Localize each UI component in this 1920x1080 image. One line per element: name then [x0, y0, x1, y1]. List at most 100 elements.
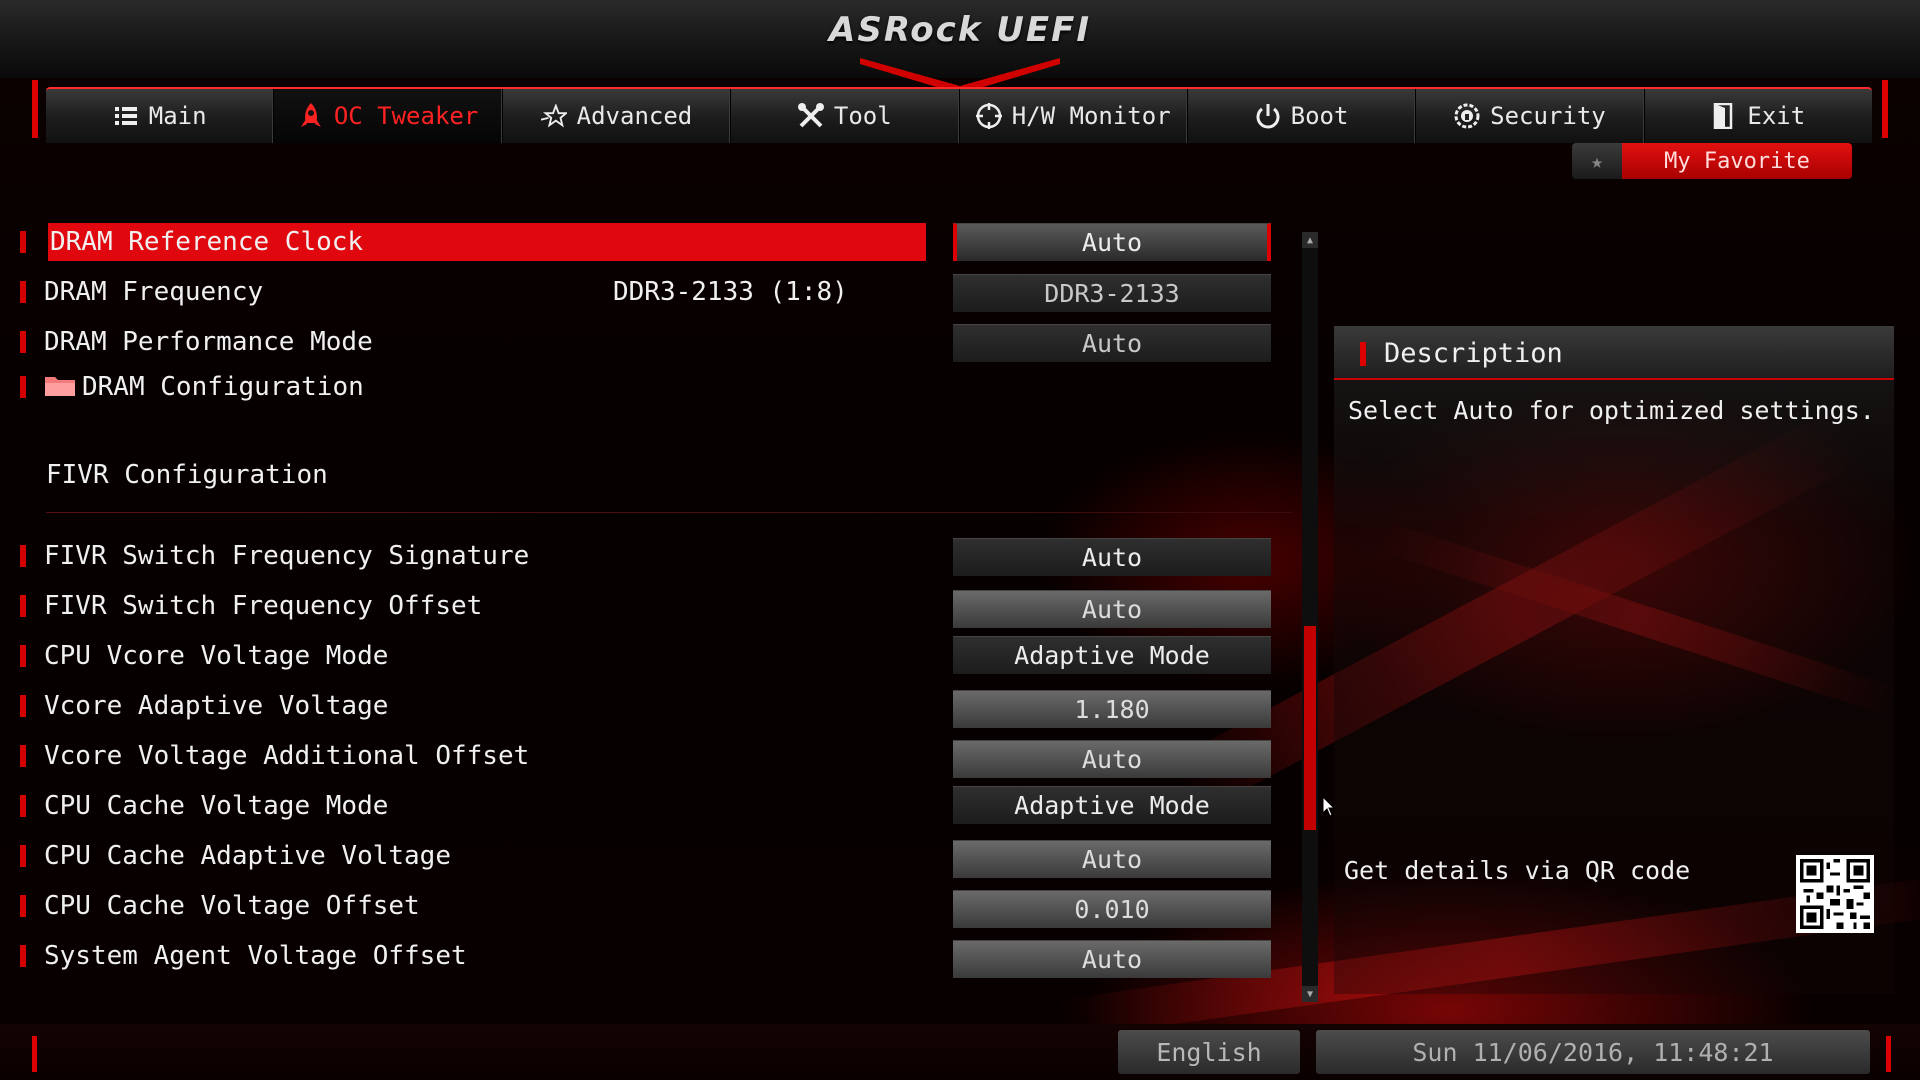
tab-label: H/W Monitor: [1011, 102, 1171, 130]
title-bar: ASRock UEFI: [0, 0, 1920, 94]
tab-exit[interactable]: Exit: [1645, 89, 1872, 143]
setting-row-vcore-voltage-additional-offset[interactable]: Vcore Voltage Additional Offset: [20, 736, 1030, 776]
star-icon: [540, 103, 567, 129]
footer-accent-right: [1886, 1036, 1891, 1072]
row-marker: [20, 376, 26, 398]
vcore-voltage-additional-offset-value[interactable]: Auto: [953, 740, 1271, 778]
row-marker: [20, 645, 26, 667]
setting-label: CPU Cache Voltage Offset: [44, 891, 420, 921]
crosshair-icon: [975, 103, 1002, 129]
my-favorite-button[interactable]: My Favorite: [1622, 143, 1852, 179]
row-marker: [20, 545, 26, 567]
setting-label: CPU Vcore Voltage Mode: [44, 641, 389, 671]
scroll-up-arrow-icon[interactable]: ▲: [1302, 232, 1318, 248]
setting-label: DRAM Configuration: [82, 372, 364, 402]
description-header: Description: [1334, 326, 1894, 380]
footer-accent-left: [32, 1036, 37, 1072]
setting-row-cpu-vcore-voltage-mode[interactable]: CPU Vcore Voltage Mode: [20, 636, 1030, 676]
cpu-vcore-voltage-mode-value[interactable]: Adaptive Mode: [953, 636, 1271, 674]
tab-label: Advanced: [576, 102, 693, 130]
tab-main[interactable]: Main: [46, 89, 275, 143]
setting-row-dram-frequency[interactable]: DRAM Frequency DDR3-2133 (1:8): [20, 272, 1030, 312]
setting-row-dram-reference-clock[interactable]: DRAM Reference Clock: [20, 222, 1030, 262]
tab-label: Exit: [1747, 102, 1806, 130]
settings-scrollbar[interactable]: [1302, 232, 1318, 1002]
setting-row-dram-performance-mode[interactable]: DRAM Performance Mode: [20, 322, 1030, 362]
tab-hw-monitor[interactable]: H/W Monitor: [960, 89, 1188, 143]
setting-label: CPU Cache Voltage Mode: [44, 791, 389, 821]
tab-boot[interactable]: Boot: [1188, 89, 1417, 143]
row-marker: [20, 845, 26, 867]
setting-label: CPU Cache Adaptive Voltage: [44, 841, 451, 871]
setting-row-cpu-cache-adaptive-voltage[interactable]: CPU Cache Adaptive Voltage: [20, 836, 1030, 876]
main-tab-bar: Main OC Tweaker Advanced Tool H/W Monito…: [46, 87, 1872, 143]
cpu-cache-adaptive-voltage-value[interactable]: Auto: [953, 840, 1271, 878]
system-agent-voltage-offset-value[interactable]: Auto: [953, 940, 1271, 978]
dram-reference-clock-value[interactable]: Auto: [953, 223, 1271, 261]
row-marker: [20, 281, 26, 303]
favorite-star-icon[interactable]: ★: [1572, 143, 1622, 179]
setting-label: FIVR Switch Frequency Offset: [44, 591, 483, 621]
qr-code-image: [1796, 855, 1874, 933]
section-divider: [46, 512, 1292, 513]
setting-label: System Agent Voltage Offset: [44, 941, 467, 971]
power-icon: [1255, 103, 1281, 129]
scroll-down-arrow-icon[interactable]: ▼: [1302, 986, 1318, 1002]
tools-icon: [797, 103, 824, 129]
section-title-fivr: FIVR Configuration: [46, 460, 328, 490]
asrock-uefi-logo: ASRock UEFI: [829, 10, 1091, 50]
setting-label: DRAM Frequency: [44, 277, 264, 307]
dram-frequency-info: DDR3-2133 (1:8): [613, 277, 848, 307]
tab-oc-tweaker[interactable]: OC Tweaker: [274, 89, 503, 143]
setting-label: Vcore Voltage Additional Offset: [44, 741, 530, 771]
row-marker: [20, 795, 26, 817]
row-marker: [20, 745, 26, 767]
setting-row-vcore-adaptive-voltage[interactable]: Vcore Adaptive Voltage: [20, 686, 1030, 726]
setting-row-fivr-switch-frequency-offset[interactable]: FIVR Switch Frequency Offset: [20, 586, 1030, 626]
row-marker: [20, 331, 26, 353]
setting-row-cpu-cache-voltage-offset[interactable]: CPU Cache Voltage Offset: [20, 886, 1030, 926]
frame-accent-right: [1882, 80, 1888, 138]
setting-label: DRAM Performance Mode: [44, 327, 373, 357]
rocket-icon: [298, 103, 324, 129]
tab-tool[interactable]: Tool: [731, 89, 960, 143]
tab-security[interactable]: Security: [1416, 89, 1645, 143]
tab-label: Security: [1490, 102, 1606, 130]
setting-row-fivr-switch-frequency-signature[interactable]: FIVR Switch Frequency Signature: [20, 536, 1030, 576]
row-marker: [20, 595, 26, 617]
scrollbar-thumb[interactable]: [1304, 626, 1316, 830]
fivr-switch-frequency-signature-value[interactable]: Auto: [953, 538, 1271, 576]
row-marker: [20, 231, 26, 253]
cpu-cache-voltage-offset-value[interactable]: 0.010: [953, 890, 1271, 928]
exit-door-icon: [1711, 103, 1737, 129]
setting-row-dram-configuration[interactable]: DRAM Configuration: [20, 367, 1030, 407]
row-marker: [20, 945, 26, 967]
my-favorite-control: ★ My Favorite: [1572, 143, 1852, 179]
shield-icon: [1454, 103, 1480, 129]
dram-frequency-value[interactable]: DDR3-2133: [953, 274, 1271, 312]
header-marker: [1360, 342, 1366, 366]
row-marker: [20, 695, 26, 717]
mouse-cursor-icon: [1322, 796, 1336, 817]
tab-label: Main: [148, 102, 207, 130]
fivr-switch-frequency-offset-value[interactable]: Auto: [953, 590, 1271, 628]
qr-code-label: Get details via QR code: [1344, 856, 1691, 885]
description-text: Select Auto for optimized settings.: [1348, 396, 1875, 425]
setting-row-cpu-cache-voltage-mode[interactable]: CPU Cache Voltage Mode: [20, 786, 1030, 826]
frame-accent-left: [32, 80, 38, 138]
folder-icon: [44, 373, 76, 401]
cpu-cache-voltage-mode-value[interactable]: Adaptive Mode: [953, 786, 1271, 824]
dram-performance-mode-value[interactable]: Auto: [953, 324, 1271, 362]
tab-label: OC Tweaker: [333, 102, 479, 130]
row-marker: [20, 895, 26, 917]
description-title: Description: [1384, 338, 1563, 369]
setting-label: FIVR Switch Frequency Signature: [44, 541, 530, 571]
tab-label: Tool: [833, 102, 892, 130]
vcore-adaptive-voltage-value[interactable]: 1.180: [953, 690, 1271, 728]
setting-label: Vcore Adaptive Voltage: [44, 691, 389, 721]
setting-row-system-agent-voltage-offset[interactable]: System Agent Voltage Offset: [20, 936, 1030, 976]
list-icon: [113, 103, 139, 129]
tab-advanced[interactable]: Advanced: [503, 89, 732, 143]
language-button[interactable]: English: [1118, 1030, 1300, 1074]
date-time-display: Sun 11/06/2016, 11:48:21: [1316, 1030, 1870, 1074]
